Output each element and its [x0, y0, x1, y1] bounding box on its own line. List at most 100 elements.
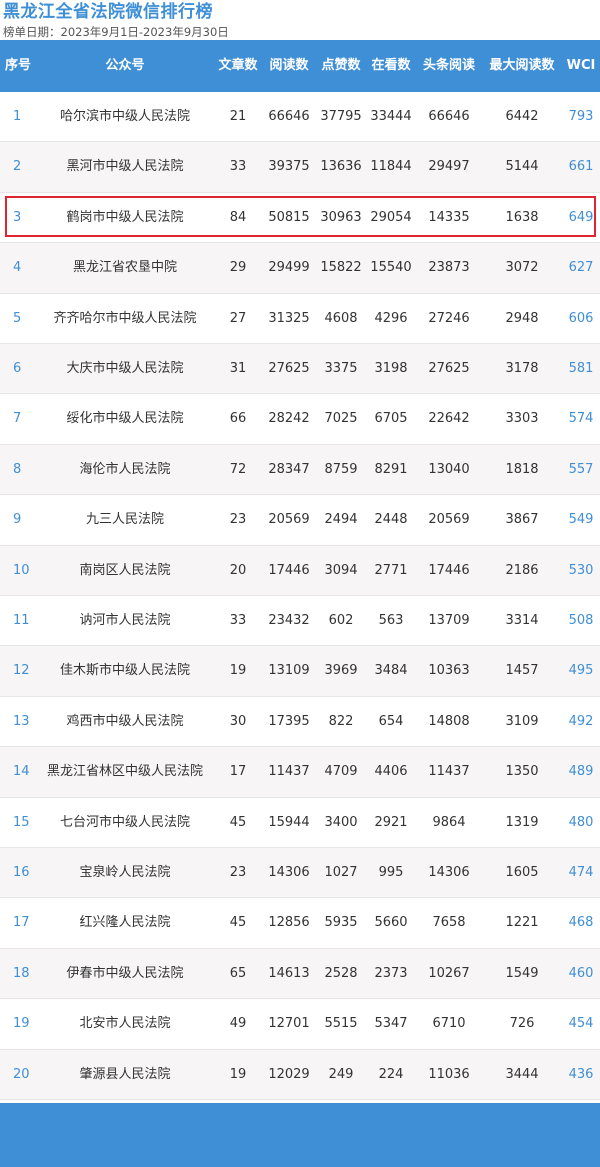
ranking-table: 序号 公众号 文章数 阅读数 点赞数 在看数 头条阅读 最大阅读数 WCI 1 哈… [0, 40, 600, 1167]
table-row: 19 北安市人民法院 49 12701 5515 5347 6710 726 454 [0, 999, 600, 1050]
cell-headline-reads: 27246 [428, 310, 470, 326]
cell-rank: 10 [13, 562, 30, 578]
cell-likes: 822 [328, 713, 354, 729]
cell-articles: 20 [229, 562, 247, 578]
cell-likes: 3094 [324, 562, 358, 578]
table-row: 7 绥化市中级人民法院 66 28242 7025 6705 22642 3303 574 [0, 394, 600, 445]
cell-headline-reads: 13040 [428, 461, 470, 477]
cell-max-reads: 3444 [505, 1066, 539, 1082]
cell-account: 伊春市中级人民法院 [66, 965, 184, 981]
cell-reads: 12856 [268, 915, 310, 931]
cell-max-reads: 1605 [505, 865, 539, 880]
cell-likes: 2494 [324, 512, 358, 528]
cell-max-reads: 1319 [505, 814, 539, 830]
table-row: 8 海伦市人民法院 72 28347 8759 8291 13040 1818 557 [0, 444, 600, 496]
cell-wci: 436 [568, 1066, 594, 1082]
cell-headline-reads: 11036 [428, 1066, 470, 1082]
cell-headline-reads: 7658 [432, 915, 466, 931]
cell-articles: 29 [229, 260, 247, 276]
cell-max-reads: 3178 [505, 361, 539, 376]
cell-watching: 224 [378, 1066, 404, 1082]
cell-wci: 574 [568, 411, 594, 427]
cell-max-reads: 1457 [505, 663, 539, 679]
cell-watching: 4406 [374, 764, 408, 780]
cell-rank: 16 [13, 865, 30, 880]
cell-wci: 793 [568, 109, 594, 124]
cell-reads: 15944 [268, 814, 310, 830]
cell-headline-reads: 14306 [428, 865, 470, 880]
table-row: 14 黑龙江省林区中级人民法院 17 11437 4709 4406 11437 1350 48… [0, 747, 600, 798]
cell-articles: 17 [229, 764, 247, 780]
cell-articles: 33 [229, 613, 247, 628]
cell-account: 北安市人民法院 [79, 1016, 171, 1032]
cell-wci: 549 [568, 512, 594, 528]
header-max-reads: 最大阅读数 [489, 58, 555, 73]
cell-account: 佳木斯市中级人民法院 [59, 663, 190, 679]
cell-account: 大庆市中级人民法院 [66, 361, 184, 376]
cell-rank: 9 [13, 512, 22, 528]
cell-rank: 15 [13, 814, 30, 830]
cell-articles: 23 [229, 865, 247, 880]
cell-reads: 29499 [268, 260, 310, 276]
cell-watching: 3198 [374, 361, 408, 376]
cell-articles: 21 [229, 109, 247, 124]
cell-wci: 508 [568, 613, 594, 628]
cell-reads: 31325 [268, 310, 310, 326]
cell-wci: 530 [568, 562, 594, 578]
cell-watching: 15540 [370, 260, 412, 276]
cell-watching: 995 [378, 865, 404, 880]
cell-watching: 4296 [374, 310, 408, 326]
table-row: 1 哈尔滨市中级人民法院 21 66646 37795 33444 66646 6442 793 [0, 92, 600, 143]
cell-reads: 12701 [268, 1016, 310, 1032]
cell-headline-reads: 23873 [428, 260, 470, 276]
cell-max-reads: 3314 [505, 613, 539, 628]
cell-likes: 7025 [324, 411, 358, 427]
header-wci: WCI [566, 58, 596, 73]
cell-headline-reads: 22642 [428, 411, 470, 427]
cell-rank: 20 [13, 1066, 30, 1082]
cell-account: 宝泉岭人民法院 [79, 865, 171, 880]
cell-likes: 1027 [324, 865, 358, 880]
cell-max-reads: 5144 [505, 159, 539, 175]
cell-watching: 2771 [374, 562, 408, 578]
cell-account: 海伦市人民法院 [79, 461, 171, 477]
cell-account: 哈尔滨市中级人民法院 [59, 109, 190, 124]
cell-reads: 14613 [268, 965, 310, 981]
cell-likes: 8759 [324, 461, 358, 477]
table-row: 10 南岗区人民法院 20 17446 3094 2771 17446 2186 530 [0, 545, 600, 596]
cell-wci: 557 [568, 461, 594, 477]
cell-likes: 5515 [324, 1016, 358, 1032]
table-row: 17 红兴隆人民法院 45 12856 5935 5660 7658 1221 468 [0, 898, 600, 949]
cell-headline-reads: 27625 [428, 361, 470, 376]
cell-max-reads: 3303 [505, 411, 539, 427]
cell-reads: 39375 [268, 159, 310, 175]
table-row: 20 肇源县人民法院 19 12029 249 224 11036 3444 436 [0, 1049, 600, 1100]
cell-watching: 29054 [370, 209, 412, 225]
table-row: 3 鹤岗市中级人民法院 84 50815 30963 29054 14335 1638 649 [0, 192, 600, 244]
cell-reads: 20569 [268, 512, 310, 528]
cell-max-reads: 3867 [505, 512, 539, 528]
cell-watching: 3484 [374, 663, 408, 679]
cell-account: 鸡西市中级人民法院 [66, 713, 184, 729]
cell-watching: 2921 [374, 814, 408, 830]
cell-likes: 13636 [320, 159, 362, 175]
cell-max-reads: 3109 [505, 713, 539, 729]
cell-account: 讷河市人民法院 [79, 613, 171, 628]
cell-watching: 563 [378, 613, 404, 628]
cell-reads: 28242 [268, 411, 310, 427]
cell-watching: 654 [378, 713, 404, 729]
cell-rank: 17 [13, 915, 30, 931]
table-row: 9 九三人民法院 23 20569 2494 2448 20569 3867 549 [0, 495, 600, 546]
date-range: 榜单日期：2023年9月1日-2023年9月30日 [3, 25, 229, 39]
cell-rank: 7 [13, 411, 22, 427]
cell-likes: 3400 [324, 814, 358, 830]
cell-max-reads: 1221 [505, 915, 539, 931]
cell-max-reads: 726 [509, 1016, 535, 1032]
cell-headline-reads: 13709 [428, 613, 470, 628]
cell-articles: 72 [229, 461, 247, 477]
cell-rank: 2 [13, 159, 22, 175]
cell-account: 齐齐哈尔市中级人民法院 [53, 310, 197, 326]
table-row: 13 鸡西市中级人民法院 30 17395 822 654 14808 3109 492 [0, 696, 600, 748]
cell-max-reads: 1350 [505, 764, 539, 780]
cell-reads: 17446 [268, 562, 310, 578]
